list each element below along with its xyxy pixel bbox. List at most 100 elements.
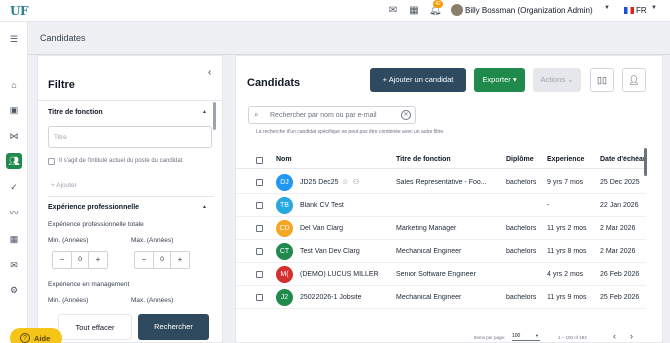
items-per-page-select[interactable]: 100 ▼ bbox=[512, 333, 540, 341]
management-experience-label: Expérience en management bbox=[48, 281, 130, 288]
calendar-icon[interactable]: ▦ bbox=[6, 231, 22, 247]
column-header[interactable]: Nom bbox=[276, 156, 292, 163]
search-input[interactable]: ⌕ Rechercher par nom ou par e-mail ✕ bbox=[248, 106, 416, 124]
home-icon[interactable]: ⌂ bbox=[6, 77, 22, 93]
row-checkbox[interactable] bbox=[256, 294, 263, 301]
avatar[interactable] bbox=[451, 4, 463, 16]
clear-icon[interactable]: ✕ bbox=[401, 110, 411, 120]
cell-date: 22 Jan 2026 bbox=[600, 202, 639, 209]
avatar: CD bbox=[276, 220, 293, 237]
minus-icon[interactable]: − bbox=[53, 252, 71, 268]
chart-icon[interactable]: 〰 bbox=[6, 205, 22, 221]
experience-section[interactable]: Expérience professionnelle bbox=[48, 204, 139, 211]
question-icon: ? bbox=[20, 333, 30, 343]
cell-name[interactable]: JD25 Dec25 bbox=[300, 179, 342, 186]
column-header[interactable]: Experience bbox=[547, 156, 584, 163]
table-header: Nom Titre de fonction Diplôme Experience… bbox=[236, 151, 648, 169]
star-icon[interactable]: ☆ bbox=[342, 178, 348, 186]
min-years-stepper[interactable]: − 0 + bbox=[52, 251, 108, 269]
cell-date: 2 Mar 2026 bbox=[600, 248, 636, 255]
cell-title: Mechanical Engineer bbox=[396, 294, 462, 301]
current-title-checkbox[interactable] bbox=[48, 158, 55, 165]
column-header[interactable]: Titre de fonction bbox=[396, 156, 451, 163]
row-checkbox[interactable] bbox=[256, 179, 263, 186]
avatar: J2 bbox=[276, 289, 293, 306]
cell-degree: bachelors bbox=[506, 179, 537, 186]
select-all-checkbox[interactable] bbox=[256, 157, 263, 164]
export-button[interactable]: Exporter ▾ bbox=[474, 68, 525, 92]
filter-title: Filtre bbox=[48, 79, 75, 91]
chevron-right-icon[interactable]: › bbox=[630, 331, 633, 341]
cell-name[interactable]: 25022026-1 Jobsite bbox=[300, 294, 392, 301]
help-label: Aide bbox=[34, 334, 51, 343]
mail-icon[interactable]: ✉ bbox=[387, 5, 399, 17]
user-name[interactable]: Billy Bossman (Organization Admin) bbox=[465, 6, 593, 15]
chevron-down-icon[interactable]: ▼ bbox=[651, 5, 657, 11]
row-checkbox[interactable] bbox=[256, 271, 263, 278]
scrollbar[interactable] bbox=[644, 148, 647, 176]
minus-icon[interactable]: − bbox=[135, 252, 153, 268]
avatar: TB bbox=[276, 197, 293, 214]
candidates-panel: Candidats + Ajouter un candidat Exporter… bbox=[235, 55, 663, 343]
job-title-section[interactable]: Titre de fonction bbox=[48, 109, 103, 116]
table-row[interactable]: DJ JD25 Dec25 Sales Representative - Foo..… bbox=[236, 171, 646, 194]
workflow-icon[interactable]: ⋈ bbox=[6, 128, 22, 144]
user-share-icon[interactable]: ⚇ bbox=[353, 178, 359, 186]
table-row[interactable]: TB Blank CV Test - 22 Jan 2026 bbox=[236, 194, 646, 217]
notification-badge: 42 bbox=[433, 0, 443, 8]
chevron-left-icon[interactable]: ‹ bbox=[208, 67, 211, 78]
table-row[interactable]: CT Test Van Dev Clarg Mechanical Engineer b… bbox=[236, 240, 646, 263]
cell-date: 25 Dec 2025 bbox=[600, 179, 640, 186]
app-logo[interactable]: UF bbox=[10, 4, 28, 18]
help-button[interactable]: ? Aide bbox=[10, 328, 62, 343]
settings-icon[interactable]: ⚙ bbox=[6, 282, 22, 298]
clear-all-button[interactable]: Tout effacer bbox=[58, 314, 132, 340]
cell-name[interactable]: Test Van Dev Clarg bbox=[300, 248, 392, 255]
job-title-placeholder: Titre bbox=[54, 134, 67, 141]
cell-name[interactable]: Blank CV Test bbox=[300, 202, 392, 209]
scrollbar[interactable] bbox=[213, 102, 216, 130]
search-icon: ⌕ bbox=[254, 110, 259, 119]
column-header[interactable]: Diplôme bbox=[506, 156, 534, 163]
chevron-down-icon[interactable]: ▼ bbox=[604, 5, 610, 11]
plus-icon[interactable]: + bbox=[89, 252, 107, 268]
table-row[interactable]: CD Del Van Clarg Marketing Manager bachelor… bbox=[236, 217, 646, 240]
search-button[interactable]: Rechercher bbox=[138, 314, 209, 340]
briefcase-icon[interactable]: ▣ bbox=[6, 102, 22, 118]
cell-experience: 9 yrs 7 mos bbox=[547, 179, 584, 186]
user-settings-icon[interactable]: 👤︎ bbox=[622, 68, 646, 92]
page-range: 1 – 100 of 184 bbox=[558, 335, 587, 340]
mail-icon[interactable]: ✉ bbox=[6, 257, 22, 273]
check-circle-icon[interactable]: ✓ bbox=[6, 179, 22, 195]
table-row[interactable]: J2 25022026-1 Jobsite Mechanical Engineer b… bbox=[236, 286, 646, 309]
min-years-value[interactable]: 0 bbox=[71, 252, 89, 268]
chevron-left-icon[interactable]: ‹ bbox=[613, 331, 616, 341]
max-years-value[interactable]: 0 bbox=[153, 252, 171, 268]
cell-name[interactable]: Del Van Clarg bbox=[300, 225, 392, 232]
actions-button[interactable]: Actions ⌄ bbox=[533, 68, 581, 92]
calendar-icon[interactable]: ▦ bbox=[408, 5, 420, 17]
chevron-up-icon[interactable]: ▲ bbox=[202, 204, 207, 210]
cell-experience: 4 yrs 2 mos bbox=[547, 271, 584, 278]
cell-degree: bachelors bbox=[506, 225, 537, 232]
row-checkbox[interactable] bbox=[256, 202, 263, 209]
columns-view-icon[interactable]: ▯▯ bbox=[590, 68, 614, 92]
job-title-input[interactable]: Titre bbox=[48, 126, 212, 148]
add-candidate-button[interactable]: + Ajouter un candidat bbox=[370, 68, 466, 92]
plus-icon[interactable]: + bbox=[171, 252, 189, 268]
chevron-up-icon[interactable]: ▲ bbox=[202, 109, 207, 115]
column-header[interactable]: Date d'échéan bbox=[600, 156, 648, 163]
table-row[interactable]: M((DEMO) LUCUS MILLER Senior Software Eng… bbox=[236, 263, 646, 286]
cell-name[interactable]: (DEMO) LUCUS MILLER bbox=[300, 271, 392, 278]
row-checkbox[interactable] bbox=[256, 225, 263, 232]
candidates-title: Candidats bbox=[247, 77, 301, 89]
row-checkbox[interactable] bbox=[256, 248, 263, 255]
cell-date: 26 Feb 2026 bbox=[600, 271, 640, 278]
menu-icon[interactable]: ☰ bbox=[6, 31, 22, 47]
add-job-title-link[interactable]: + Ajouter bbox=[51, 182, 77, 189]
flag-icon[interactable] bbox=[624, 7, 634, 14]
min-years-label: Min. (Années) bbox=[48, 297, 89, 304]
language-selector[interactable]: FR bbox=[636, 6, 647, 15]
candidates-icon[interactable]: 👥︎ bbox=[6, 153, 22, 169]
max-years-stepper[interactable]: − 0 + bbox=[134, 251, 190, 269]
